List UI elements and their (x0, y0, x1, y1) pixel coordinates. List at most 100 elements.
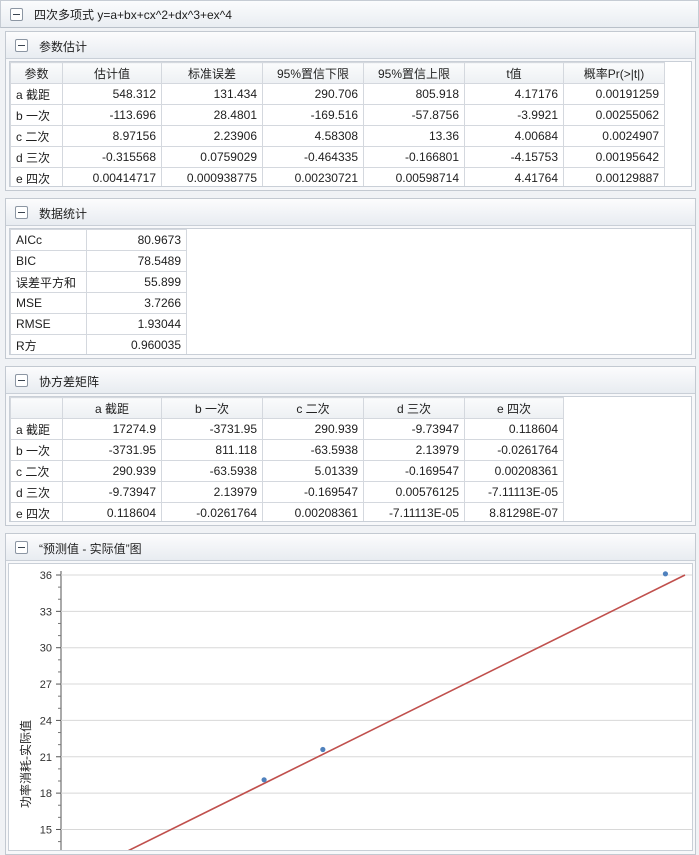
cov-table-area: a 截距 b 一次 c 二次 d 三次 e 四次 a 截距 17274.9 -3731.95… (9, 396, 692, 522)
table-cell: 0.000938775 (161, 167, 263, 186)
table-cell: 0.118604 (464, 418, 564, 440)
table-cell: 0.00576125 (363, 481, 465, 503)
y-tick-label: 30 (40, 643, 52, 655)
collapse-toggle-icon[interactable] (15, 39, 28, 52)
table-cell: -0.0261764 (161, 502, 263, 521)
column-header: 参数 (10, 62, 63, 84)
row-label: a 截距 (10, 83, 63, 105)
row-label: b 一次 (10, 104, 63, 126)
table-row[interactable]: b 一次 -113.696 28.4801 -169.516 -57.8756 -3.99… (10, 104, 665, 126)
table-row[interactable]: a 截距 17274.9 -3731.95 290.939 -9.73947 0.1186… (10, 418, 564, 440)
table-cell: -0.169547 (262, 481, 364, 503)
table-cell: 2.13979 (161, 481, 263, 503)
stats-panel-header[interactable]: 数据统计 (6, 199, 695, 226)
table-cell: -169.516 (262, 104, 364, 126)
table-row[interactable]: c 二次 8.97156 2.23906 4.58308 13.36 4.00684 0.0… (10, 125, 665, 147)
collapse-toggle-icon[interactable] (15, 541, 28, 554)
chart-panel-header[interactable]: “预测值 - 实际值”图 (6, 534, 695, 561)
table-cell: -3.9921 (464, 104, 564, 126)
chart-panel-title: “预测值 - 实际值”图 (39, 542, 142, 556)
table-cell: 5.01339 (262, 460, 364, 482)
table-cell: -3731.95 (161, 418, 263, 440)
params-panel: 参数估计 参数 估计值 标准误差 95%置信下限 95%置信上限 t值 概率Pr(>|t|)… (5, 31, 696, 191)
table-cell: 2.23906 (161, 125, 263, 147)
y-tick-label: 24 (40, 715, 52, 727)
table-row[interactable]: c 二次 290.939 -63.5938 5.01339 -0.169547 0.002… (10, 460, 564, 482)
column-header (10, 397, 63, 419)
table-cell: 811.118 (161, 439, 263, 461)
stat-name: 误差平方和 (10, 271, 87, 293)
row-label: e 四次 (10, 502, 63, 521)
table-cell: -7.11113E-05 (464, 481, 564, 503)
params-panel-header[interactable]: 参数估计 (6, 32, 695, 59)
table-cell: -63.5938 (161, 460, 263, 482)
table-cell: 131.434 (161, 83, 263, 105)
column-header: b 一次 (161, 397, 263, 419)
stats-table-area: AICc 80.9673 BIC 78.5489 误差平方和 55.899 MSE 3.726… (9, 228, 692, 355)
stats-table: AICc 80.9673 BIC 78.5489 误差平方和 55.899 MSE 3.726… (10, 229, 187, 354)
table-cell: 0.00414717 (62, 167, 162, 186)
table-row[interactable]: d 三次 -0.315568 0.0759029 -0.464335 -0.166801… (10, 146, 665, 168)
table-cell: -4.15753 (464, 146, 564, 168)
table-row[interactable]: 误差平方和 55.899 (10, 271, 187, 293)
column-header: e 四次 (464, 397, 564, 419)
stat-name: R方 (10, 334, 87, 354)
window-title-bar: 四次多项式 y=a+bx+cx^2+dx^3+ex^4 (0, 0, 699, 28)
column-header: 标准误差 (161, 62, 263, 84)
table-row[interactable]: a 截距 548.312 131.434 290.706 805.918 4.17176 0… (10, 83, 665, 105)
table-cell: 290.939 (62, 460, 162, 482)
table-cell: 548.312 (62, 83, 162, 105)
table-row[interactable]: d 三次 -9.73947 2.13979 -0.169547 0.00576125 -7… (10, 481, 564, 503)
cov-panel-header[interactable]: 协方差矩阵 (6, 367, 695, 394)
table-row[interactable]: e 四次 0.00414717 0.000938775 0.00230721 0.005… (10, 167, 665, 186)
table-cell: 8.81298E-07 (464, 502, 564, 521)
table-cell: 2.13979 (363, 439, 465, 461)
collapse-toggle-icon[interactable] (10, 8, 23, 21)
y-tick-label: 15 (40, 824, 52, 836)
row-label: c 二次 (10, 125, 63, 147)
data-point (261, 777, 267, 783)
cov-panel-title: 协方差矩阵 (39, 375, 100, 389)
table-row[interactable]: AICc 80.9673 (10, 229, 187, 251)
table-row[interactable]: R方 0.960035 (10, 334, 187, 354)
y-tick-label: 21 (40, 752, 52, 764)
table-row[interactable]: RMSE 1.93044 (10, 313, 187, 335)
chart-panel: “预测值 - 实际值”图 363330272421181512功率消耗-实际值 (5, 533, 696, 855)
scatter-chart: 363330272421181512功率消耗-实际值 (18, 570, 692, 850)
table-cell: -113.696 (62, 104, 162, 126)
table-row[interactable]: e 四次 0.118604 -0.0261764 0.00208361 -7.11113… (10, 502, 564, 521)
table-cell: 0.0024907 (563, 125, 665, 147)
stat-name: MSE (10, 292, 87, 314)
table-cell: -9.73947 (363, 418, 465, 440)
params-table: 参数 估计值 标准误差 95%置信下限 95%置信上限 t值 概率Pr(>|t|) a 截距… (10, 62, 665, 186)
column-header: 估计值 (62, 62, 162, 84)
stats-panel-title: 数据统计 (39, 207, 88, 221)
stat-value: 1.93044 (86, 313, 187, 335)
table-row[interactable]: MSE 3.7266 (10, 292, 187, 314)
fit-line (127, 574, 686, 850)
table-cell: -9.73947 (62, 481, 162, 503)
table-cell: 28.4801 (161, 104, 263, 126)
stat-value: 3.7266 (86, 292, 187, 314)
table-row[interactable]: BIC 78.5489 (10, 250, 187, 272)
window-title: 四次多项式 y=a+bx+cx^2+dx^3+ex^4 (34, 8, 232, 22)
table-cell: -63.5938 (262, 439, 364, 461)
table-cell: 17274.9 (62, 418, 162, 440)
row-label: d 三次 (10, 146, 63, 168)
collapse-toggle-icon[interactable] (15, 206, 28, 219)
table-cell: -0.0261764 (464, 439, 564, 461)
row-label: a 截距 (10, 418, 63, 440)
table-cell: 0.00230721 (262, 167, 364, 186)
stat-name: BIC (10, 250, 87, 272)
table-row[interactable]: b 一次 -3731.95 811.118 -63.5938 2.13979 -0.026… (10, 439, 564, 461)
table-cell: 4.00684 (464, 125, 564, 147)
params-table-area: 参数 估计值 标准误差 95%置信下限 95%置信上限 t值 概率Pr(>|t|) a 截距… (9, 61, 692, 187)
table-cell: 0.00208361 (262, 502, 364, 521)
collapse-toggle-icon[interactable] (15, 374, 28, 387)
stat-name: AICc (10, 229, 87, 251)
table-cell: -57.8756 (363, 104, 465, 126)
table-cell: -0.166801 (363, 146, 465, 168)
params-panel-title: 参数估计 (39, 40, 88, 54)
column-header: d 三次 (363, 397, 465, 419)
stat-value: 78.5489 (86, 250, 187, 272)
